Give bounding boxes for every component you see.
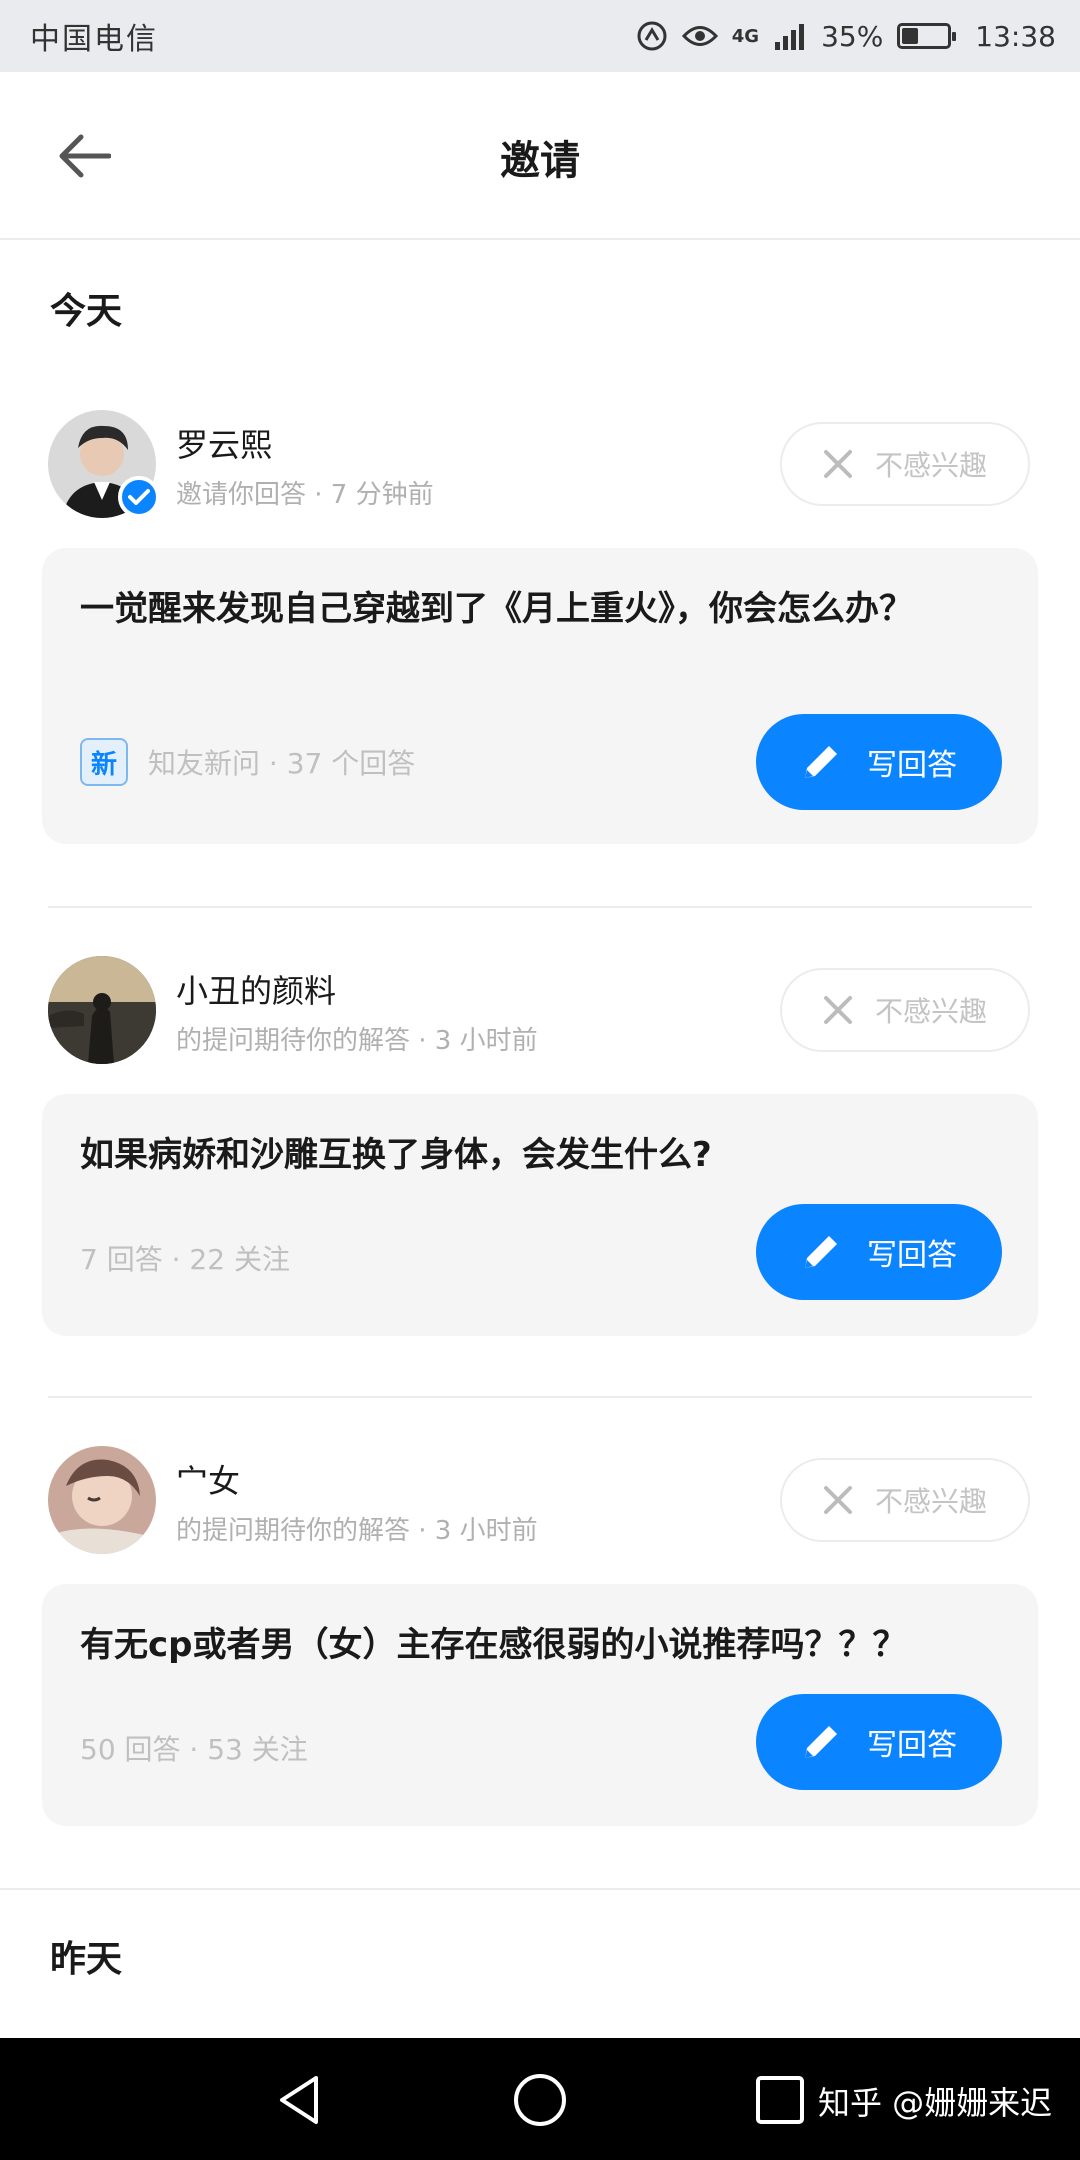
page-title: 邀请 [500, 138, 580, 184]
battery-percent: 35% [821, 19, 884, 53]
question-stats: 知友新问 · 37 个回答 [148, 747, 416, 780]
not-interested-button[interactable]: 不感兴趣 [780, 422, 1030, 506]
write-answer-label: 写回答 [867, 1238, 957, 1273]
avatar[interactable] [48, 1446, 156, 1554]
section-yesterday: 昨天 [50, 1939, 123, 1980]
network-type: 4G [731, 25, 760, 47]
not-interested-label: 不感兴趣 [874, 449, 987, 482]
watermark: 知乎 @姗姗来迟 [818, 2084, 1053, 2122]
new-badge: 新 [80, 738, 128, 786]
inviter-name[interactable]: 小丑的颜料 [176, 966, 336, 1012]
nav-recents-button[interactable] [738, 2058, 822, 2142]
not-interested-button[interactable]: 不感兴趣 [780, 1458, 1030, 1542]
nav-home-button[interactable] [498, 2058, 582, 2142]
section-divider [0, 1888, 1080, 1890]
question-meta: 50 回答 · 53 关注 [80, 1728, 308, 1768]
nav-back-button[interactable] [258, 2058, 342, 2142]
eye-comfort-icon [681, 23, 718, 49]
write-answer-label: 写回答 [867, 1728, 957, 1763]
inviter-name[interactable]: 宀女 [176, 1456, 240, 1502]
nav-recents-icon [756, 2076, 804, 2124]
hd-call-icon [636, 20, 668, 52]
not-interested-button[interactable]: 不感兴趣 [780, 968, 1030, 1052]
invite-meta: 的提问期待你的解答 · 3 小时前 [176, 1516, 538, 1546]
question-meta: 新 知友新问 · 37 个回答 [80, 738, 415, 786]
write-answer-button[interactable]: 写回答 [756, 1694, 1002, 1790]
divider [48, 906, 1032, 908]
battery-icon [897, 23, 957, 49]
status-icons: 4G 35% 13:38 [636, 20, 1056, 53]
question-meta: 7 回答 · 22 关注 [80, 1238, 290, 1278]
clock: 13:38 [975, 19, 1056, 53]
pencil-icon [805, 746, 837, 778]
pencil-icon [805, 1236, 837, 1268]
app-header: 邀请 [0, 72, 1080, 240]
not-interested-label: 不感兴趣 [874, 995, 987, 1028]
status-bar: 中国电信 4G 35% 13:38 [0, 0, 1080, 72]
question-title[interactable]: 一觉醒来发现自己穿越到了《月上重火》，你会怎么办？ [80, 580, 958, 638]
avatar[interactable] [48, 956, 156, 1064]
close-icon [823, 450, 852, 478]
inviter-name[interactable]: 罗云熙 [176, 420, 272, 466]
verified-badge [118, 476, 160, 518]
system-nav-bar: 知乎 @姗姗来迟 [0, 2038, 1080, 2160]
invite-meta: 邀请你回答 · 7 分钟前 [176, 480, 434, 510]
verified-check-icon [128, 489, 150, 505]
question-card[interactable]: 一觉醒来发现自己穿越到了《月上重火》，你会怎么办？ 新 知友新问 · 37 个回… [42, 548, 1038, 844]
question-title[interactable]: 如果病娇和沙雕互换了身体，会发生什么? [80, 1126, 958, 1184]
question-card[interactable]: 有无cp或者男（女）主存在感很弱的小说推荐吗？？？ 50 回答 · 53 关注 … [42, 1584, 1038, 1826]
carrier-name: 中国电信 [30, 22, 158, 57]
section-today: 今天 [50, 291, 123, 332]
write-answer-label: 写回答 [867, 748, 957, 783]
question-stats: 7 回答 · 22 关注 [80, 1243, 290, 1276]
question-title[interactable]: 有无cp或者男（女）主存在感很弱的小说推荐吗？？？ [80, 1616, 958, 1674]
write-answer-button[interactable]: 写回答 [756, 714, 1002, 810]
nav-back-icon [280, 2076, 318, 2124]
not-interested-label: 不感兴趣 [874, 1485, 987, 1518]
write-answer-button[interactable]: 写回答 [756, 1204, 1002, 1300]
close-icon [823, 1486, 852, 1514]
invite-meta: 的提问期待你的解答 · 3 小时前 [176, 1026, 538, 1056]
nav-home-icon [514, 2074, 566, 2126]
question-card[interactable]: 如果病娇和沙雕互换了身体，会发生什么? 7 回答 · 22 关注 写回答 [42, 1094, 1038, 1336]
close-icon [823, 996, 852, 1024]
question-stats: 50 回答 · 53 关注 [80, 1733, 308, 1766]
pencil-icon [805, 1726, 837, 1758]
divider [48, 1396, 1032, 1398]
signal-icon [773, 22, 807, 50]
